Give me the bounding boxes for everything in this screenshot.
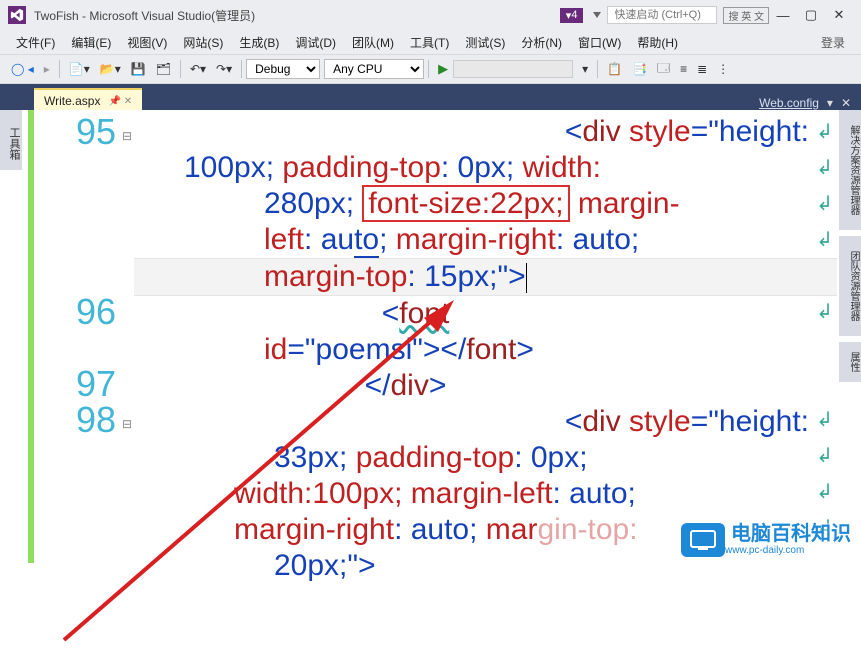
properties-panel-tab[interactable]: 属性 (839, 342, 861, 382)
menu-tools[interactable]: 工具(T) (402, 32, 457, 53)
browser-select[interactable] (453, 60, 573, 78)
code-editor[interactable]: 95 ⊟ 96 97 98 ⊟ <div style="height: ↲ 10… (24, 110, 837, 563)
close-panel-icon[interactable]: ✕ (841, 96, 851, 110)
ime-indicator[interactable]: 搜 英 文 (723, 7, 769, 24)
tb-icon-3[interactable]: 🗔 (653, 57, 674, 82)
menu-debug[interactable]: 调试(D) (287, 32, 344, 53)
menu-edit[interactable]: 编辑(E) (63, 32, 119, 53)
menu-build[interactable]: 生成(B) (231, 32, 287, 53)
watermark: 电脑百科知识 www.pc-daily.com (681, 523, 851, 557)
toolbox-panel-tab[interactable]: 工具箱 (0, 110, 22, 170)
wrap-glyph-icon: ↲ (816, 150, 833, 186)
wrap-glyph-icon: ↲ (816, 402, 833, 438)
tb-icon-1[interactable]: 📋 (603, 60, 626, 78)
quick-launch-input[interactable] (607, 6, 717, 24)
menu-file[interactable]: 文件(F) (8, 32, 63, 53)
fold-icon[interactable]: ⊟ (122, 118, 132, 154)
menu-window[interactable]: 窗口(W) (570, 32, 629, 53)
maximize-button[interactable]: ▢ (797, 7, 825, 23)
tab-overflow-icon[interactable]: ▾ (827, 96, 833, 110)
platform-select[interactable]: Any CPU (324, 59, 424, 79)
tab-write-aspx[interactable]: Write.aspx 📌 ✕ (34, 88, 142, 110)
watermark-title: 电脑百科知识 (731, 523, 851, 545)
wrap-glyph-icon: ↲ (816, 186, 833, 222)
nav-back-button[interactable]: ◯ ◂ (7, 60, 38, 78)
menu-bar: 文件(F) 编辑(E) 视图(V) 网站(S) 生成(B) 调试(D) 团队(M… (0, 30, 861, 54)
tab-web-config[interactable]: Web.config (759, 96, 819, 110)
close-button[interactable]: ✕ (825, 7, 853, 23)
menu-analyze[interactable]: 分析(N) (513, 32, 570, 53)
fold-icon[interactable]: ⊟ (122, 406, 132, 442)
save-all-button[interactable]: 🗂 (152, 60, 175, 78)
tb-icon-4[interactable]: ≡ (676, 60, 691, 78)
open-file-button[interactable]: 📂▾ (96, 60, 125, 78)
tab-label: Write.aspx (44, 94, 100, 108)
tb-icon-6[interactable]: ⋮ (713, 60, 733, 78)
wrap-glyph-icon: ↲ (816, 294, 833, 330)
team-explorer-tab[interactable]: 团队资源管理器 (839, 236, 861, 336)
notification-badge[interactable]: ▾ 4 (560, 8, 584, 23)
line-number-gutter: 95 ⊟ 96 97 98 ⊟ (24, 110, 134, 563)
watermark-logo-icon (681, 523, 725, 557)
menu-website[interactable]: 网站(S) (175, 32, 231, 53)
undo-button[interactable]: ↶▾ (186, 60, 210, 78)
sign-in-link[interactable]: 登录 (821, 34, 853, 51)
document-tab-row: Write.aspx 📌 ✕ Web.config ▾ ✕ (0, 84, 861, 110)
menu-test[interactable]: 测试(S) (457, 32, 513, 53)
save-button[interactable]: 💾 (127, 60, 150, 78)
wrap-glyph-icon: ↲ (816, 114, 833, 150)
minimize-button[interactable]: — (769, 8, 797, 23)
menu-team[interactable]: 团队(M) (344, 32, 402, 53)
wrap-glyph-icon: ↲ (816, 438, 833, 474)
line-number: 98 (24, 402, 116, 438)
solution-explorer-tab[interactable]: 解决方案资源管理器 (839, 110, 861, 230)
pin-icon[interactable]: 📌 ✕ (108, 96, 132, 107)
line-number: 97 (24, 366, 116, 402)
text-caret (526, 263, 527, 293)
title-bar: TwoFish - Microsoft Visual Studio(管理员) ▾… (0, 0, 861, 30)
nav-forward-button[interactable]: ▸ (40, 60, 54, 78)
menu-view[interactable]: 视图(V) (119, 32, 175, 53)
redo-button[interactable]: ↷▾ (212, 60, 236, 78)
wrap-glyph-icon: ↲ (816, 222, 833, 258)
debug-target-dropdown[interactable]: ▾ (578, 60, 592, 78)
vs-logo-icon (8, 6, 26, 24)
config-select[interactable]: Debug (246, 59, 320, 79)
tb-icon-5[interactable]: ≣ (693, 60, 711, 78)
start-debug-button[interactable]: ▶ (434, 59, 452, 79)
line-number: 96 (24, 294, 116, 330)
window-title: TwoFish - Microsoft Visual Studio(管理员) (34, 7, 255, 24)
toolbar: ◯ ◂ ▸ 📄▾ 📂▾ 💾 🗂 ↶▾ ↷▾ Debug Any CPU ▶ ▾ … (0, 54, 861, 84)
tb-icon-2[interactable]: 📑 (628, 60, 651, 78)
dropdown-icon[interactable] (593, 12, 601, 18)
new-project-button[interactable]: 📄▾ (65, 60, 94, 78)
wrap-glyph-icon: ↲ (816, 474, 833, 510)
line-number: 95 (24, 114, 116, 150)
watermark-url: www.pc-daily.com (725, 545, 851, 556)
code-content[interactable]: <div style="height: ↲ 100px; padding-top… (134, 110, 837, 563)
menu-help[interactable]: 帮助(H) (629, 32, 686, 53)
highlighted-font-size: font-size:22px; (362, 185, 569, 222)
